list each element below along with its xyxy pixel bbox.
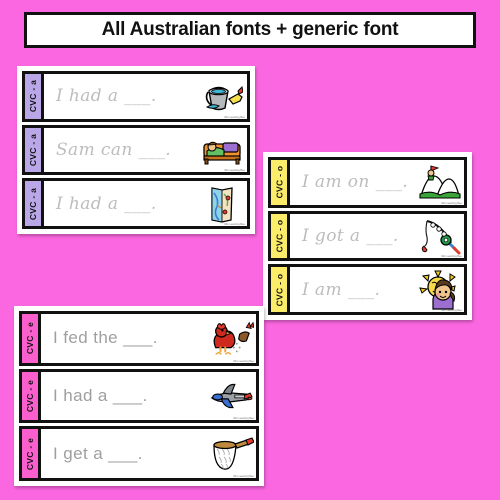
mountain-top-icon xyxy=(416,160,462,205)
cvc-tab: CVC - o xyxy=(271,267,290,313)
cvc-tab-label: CVC - o xyxy=(274,273,285,307)
cvc-tab: CVC - e xyxy=(22,371,41,421)
cvc-tab-label: CVC - a xyxy=(28,187,39,220)
cvc-tab: CVC - a xyxy=(25,74,44,119)
red-hen-icon xyxy=(208,314,254,363)
sentence-strip[interactable]: CVC - o I got a ___. Mrs Learning Bee xyxy=(268,210,467,262)
sentence-body: I am on ___. Mrs Learning Bee xyxy=(290,160,464,205)
cvc-tab-label: CVC - e xyxy=(25,322,36,355)
jet-plane-icon xyxy=(208,372,254,421)
sentence-strip[interactable]: CVC - a I had a ___. Mrs Learning Bee xyxy=(22,178,250,230)
nap-bed-icon xyxy=(199,128,245,173)
page-title-banner: All Australian fonts + generic font xyxy=(24,12,476,48)
cvc-tab: CVC - o xyxy=(271,213,290,259)
cvc-tab: CVC - e xyxy=(22,429,41,479)
sentence-body: I fed the ___. Mrs Learning Bee xyxy=(41,314,256,363)
sentence-strip[interactable]: CVC - a I had a ___. Mrs Learning Bee xyxy=(22,71,250,122)
sentence-body: I am ___. Mrs Learning Bee xyxy=(290,267,464,313)
sentence-strip[interactable]: CVC - a Sam can ___. Mrs Learning Bee xyxy=(22,124,250,176)
cvc-tab-label: CVC - o xyxy=(274,219,285,253)
sentence-body: I had a ___. Mrs Learning Bee xyxy=(44,181,247,227)
map-icon xyxy=(199,181,245,226)
sentence-text: I had a ___. xyxy=(56,86,157,107)
sentence-strip[interactable]: CVC - e I get a ___. Mrs Learning Bee xyxy=(19,426,259,482)
sentence-body: I had a ___. Mrs Learning Bee xyxy=(44,74,247,119)
net-icon xyxy=(208,429,254,478)
credit-text: Mrs Learning Bee xyxy=(441,255,462,259)
credit-text: Mrs Learning Bee xyxy=(233,359,254,363)
sentence-text: I had a ___. xyxy=(53,386,148,405)
sentence-text: I fed the ___. xyxy=(53,328,158,348)
card-group-cvc-o: CVC - o I am on ___. Mrs Learning Bee CV… xyxy=(263,152,472,320)
sentence-body: I got a ___. Mrs Learning Bee xyxy=(290,213,464,259)
card-group-cvc-a: CVC - a I had a ___. Mrs Learning Bee CV… xyxy=(17,66,255,234)
sentence-strip[interactable]: CVC - e I fed the ___. Mrs Learning Bee xyxy=(19,311,259,366)
cvc-tab: CVC - o xyxy=(271,160,290,205)
sentence-body: I get a ___. Mrs Learning Bee xyxy=(41,429,256,479)
cvc-tab-label: CVC - e xyxy=(25,437,36,470)
credit-text: Mrs Learning Bee xyxy=(224,223,245,227)
sentence-body: I had a ___. Mrs Learning Bee xyxy=(41,371,256,421)
bucket-icon xyxy=(199,74,245,119)
credit-text: Mrs Learning Bee xyxy=(441,201,462,205)
credit-text: Mrs Learning Bee xyxy=(224,169,245,173)
sentence-text: I am ___. xyxy=(302,279,381,300)
sentence-text: I had a ___. xyxy=(56,193,157,214)
card-group-cvc-e: CVC - e I fed the ___. Mrs Learning Bee … xyxy=(14,306,264,486)
sentence-text: I get a ___. xyxy=(53,443,143,463)
page-title: All Australian fonts + generic font xyxy=(101,19,399,40)
credit-text: Mrs Learning Bee xyxy=(224,115,245,119)
cvc-tab: CVC - a xyxy=(25,181,44,227)
credit-text: Mrs Learning Bee xyxy=(233,417,254,421)
cvc-tab: CVC - a xyxy=(25,127,44,173)
sentence-text: Sam can ___. xyxy=(56,140,172,160)
sentence-text: I got a ___. xyxy=(302,226,399,246)
hot-sun-girl-icon xyxy=(416,267,462,312)
cvc-tab-label: CVC - e xyxy=(25,379,36,413)
cvc-tab-label: CVC - o xyxy=(274,165,285,199)
sentence-strip[interactable]: CVC - e I had a ___. Mrs Learning Bee xyxy=(19,368,259,424)
cvc-tab-label: CVC - a xyxy=(28,133,39,167)
credit-text: Mrs Learning Bee xyxy=(441,309,462,313)
fishing-rod-icon xyxy=(416,214,462,259)
cvc-tab-label: CVC - a xyxy=(28,80,39,113)
sentence-text: I am on ___. xyxy=(302,172,409,193)
credit-text: Mrs Learning Bee xyxy=(233,475,254,479)
sentence-strip[interactable]: CVC - o I am ___. Mrs Learning Bee xyxy=(268,264,467,316)
sentence-body: Sam can ___. Mrs Learning Bee xyxy=(44,127,247,173)
sentence-strip[interactable]: CVC - o I am on ___. Mrs Learning Bee xyxy=(268,157,467,208)
cvc-tab: CVC - e xyxy=(22,314,41,363)
